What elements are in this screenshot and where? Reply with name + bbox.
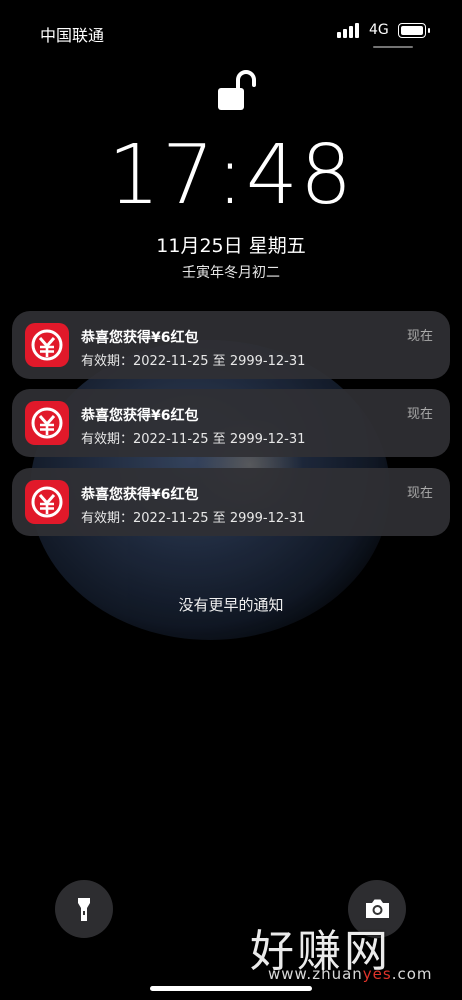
status-indicator-line: [373, 46, 413, 48]
notification-title: 恭喜您获得¥6红包: [81, 330, 199, 346]
network-type: 4G: [369, 22, 389, 38]
digital-rmb-app-icon: [25, 401, 69, 445]
status-bar: 中国联通 4G: [0, 0, 462, 60]
notification-time: 现在: [406, 407, 433, 422]
no-earlier-notifications-label: 没有更早的通知: [178, 596, 284, 614]
notification-body: 有效期：2022-11-25 至 2999-12-31: [81, 511, 306, 526]
digital-rmb-app-icon: [25, 480, 69, 524]
digital-rmb-app-icon: [25, 323, 69, 367]
notification-time: 现在: [406, 486, 433, 501]
notification-title: 恭喜您获得¥6红包: [81, 408, 199, 424]
clock-time: 17:48: [107, 128, 355, 223]
watermark-url: www.zhuanyes.com: [268, 965, 433, 983]
notification-title: 恭喜您获得¥6红包: [81, 487, 199, 503]
notification-body: 有效期：2022-11-25 至 2999-12-31: [81, 432, 306, 447]
flashlight-button[interactable]: [55, 880, 113, 938]
date-label: 11月25日 星期五: [156, 235, 306, 257]
lunar-date-label: 壬寅年冬月初二: [182, 265, 280, 281]
home-indicator[interactable]: [150, 986, 312, 991]
notification-card[interactable]: 恭喜您获得¥6红包 有效期：2022-11-25 至 2999-12-31 现在: [12, 468, 450, 536]
battery-icon: [398, 23, 430, 38]
signal-strength-icon: [337, 22, 363, 38]
carrier-name: 中国联通: [40, 26, 105, 45]
notification-time: 现在: [406, 329, 433, 344]
unlock-icon: [218, 70, 256, 110]
watermark: 好赚网 www.zhuanyes.com: [250, 915, 450, 993]
notification-card[interactable]: 恭喜您获得¥6红包 有效期：2022-11-25 至 2999-12-31 现在: [12, 311, 450, 379]
notification-card[interactable]: 恭喜您获得¥6红包 有效期：2022-11-25 至 2999-12-31 现在: [12, 389, 450, 457]
notification-body: 有效期：2022-11-25 至 2999-12-31: [81, 354, 306, 369]
flashlight-icon: [78, 898, 90, 921]
